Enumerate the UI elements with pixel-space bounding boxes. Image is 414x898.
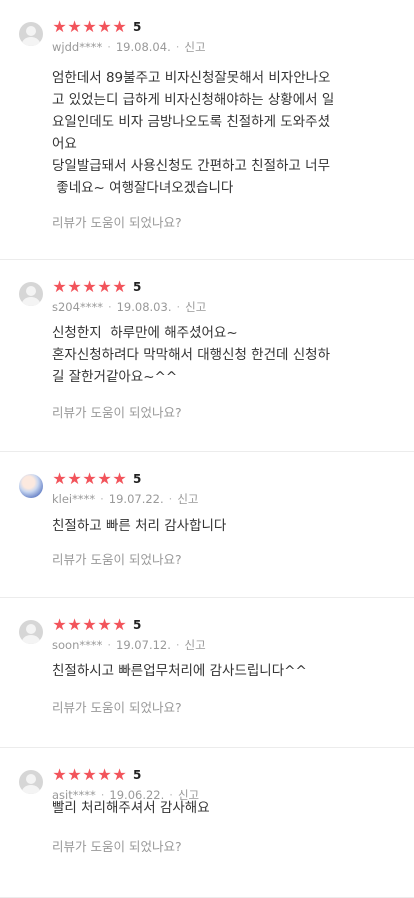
review-text-line: 어요 [52, 136, 77, 152]
review-text: 빨리 처리해주셔서 감사해요 [52, 797, 397, 819]
reviewer-id: wjdd**** [52, 40, 103, 54]
review-text-line: 친절하시고 빠른업무처리에 감사드립니다^^ [52, 663, 307, 679]
review-item: ★ ★ ★ ★ ★ 5 soon**** · 19.07.12. · 신고 친절하시고 빠른업무… [0, 598, 414, 748]
star-icon: ★ [67, 615, 82, 634]
reviewer-id: s204**** [52, 300, 103, 314]
star-icon: ★ [82, 17, 97, 36]
star-icon: ★ [97, 615, 112, 634]
review-list: ★ ★ ★ ★ ★ 5 wjdd**** · 19.08.04. · 신고 엄한데서 89불주고… [0, 0, 414, 898]
review-text-line: 요일인데도 비자 금방나오도록 친절하게 도와주셨 [52, 114, 330, 130]
review-text: 친절하고 빠른 처리 감사합니다 [52, 515, 397, 537]
review-date: 19.08.04. [115, 40, 171, 54]
star-icon: ★ [82, 469, 97, 488]
review-item: ★ ★ ★ ★ ★ 5 wjdd**** · 19.08.04. · 신고 엄한데서 89불주고… [0, 0, 414, 260]
star-icon: ★ [52, 765, 67, 784]
rating-score: 5 [133, 472, 142, 486]
review-text-line: 당일발급돼서 사용신청도 간편하고 친절하고 너무 [52, 158, 330, 174]
report-link[interactable]: 신고 [177, 492, 198, 506]
star-icon: ★ [82, 277, 97, 296]
review-meta: wjdd**** · 19.08.04. · 신고 [52, 40, 206, 54]
star-icon: ★ [67, 277, 82, 296]
rating-score: 5 [133, 618, 142, 632]
report-link[interactable]: 신고 [184, 40, 205, 54]
profile-photo-avatar [19, 474, 43, 498]
review-meta: soon**** · 19.07.12. · 신고 [52, 638, 206, 652]
star-icon: ★ [112, 615, 127, 634]
review-item: ★ ★ ★ ★ ★ 5 s204**** · 19.08.03. · 신고 신청한지 하루만에 … [0, 260, 414, 452]
review-text: 엄한데서 89불주고 비자신청잘못해서 비자안나오 고 있었는디 급하게 비자신… [52, 67, 397, 199]
review-meta: s204**** · 19.08.03. · 신고 [52, 300, 207, 314]
default-avatar-icon [19, 770, 43, 794]
review-text-line: 좋네요~ 여행잘다녀오겠습니다 [52, 180, 234, 196]
default-avatar-icon [19, 282, 43, 306]
review-text-line: 신청한지 하루만에 해주셨어요~ [52, 325, 238, 341]
default-avatar-icon [19, 620, 43, 644]
review-text-line: 친절하고 빠른 처리 감사합니다 [52, 518, 227, 534]
star-icon: ★ [97, 469, 112, 488]
star-icon: ★ [67, 17, 82, 36]
review-date: 19.07.22. [108, 492, 164, 506]
star-icon: ★ [112, 277, 127, 296]
reviewer-id: klei**** [52, 492, 96, 506]
star-icon: ★ [97, 277, 112, 296]
review-meta: klei**** · 19.07.22. · 신고 [52, 492, 199, 506]
review-text: 친절하시고 빠른업무처리에 감사드립니다^^ [52, 660, 397, 682]
review-text: 신청한지 하루만에 해주셨어요~ 혼자신청하려다 막막해서 대행신청 한건데 신… [52, 322, 397, 388]
report-link[interactable]: 신고 [185, 638, 206, 652]
review-date: 19.08.03. [116, 300, 172, 314]
review-text-line: 고 있었는디 급하게 비자신청해야하는 상황에서 일 [52, 92, 335, 108]
review-item: ★ ★ ★ ★ ★ 5 asit**** · 19.06.22. · 신고 빨리 처리해주셔서 … [0, 748, 414, 898]
star-icon: ★ [112, 765, 127, 784]
rating-score: 5 [133, 768, 142, 782]
star-icon: ★ [52, 17, 67, 36]
report-link[interactable]: 신고 [185, 300, 206, 314]
rating-score: 5 [133, 280, 142, 294]
star-icon: ★ [67, 469, 82, 488]
star-rating: ★ ★ ★ ★ ★ 5 [52, 767, 141, 783]
star-icon: ★ [52, 277, 67, 296]
star-rating: ★ ★ ★ ★ ★ 5 [52, 617, 141, 633]
review-item: ★ ★ ★ ★ ★ 5 klei**** · 19.07.22. · 신고 친절하고 빠른 처리… [0, 452, 414, 598]
star-icon: ★ [67, 765, 82, 784]
rating-score: 5 [133, 20, 142, 34]
helpful-button[interactable]: 리뷰가 도움이 되었나요? [52, 836, 182, 855]
review-date: 19.07.12. [116, 638, 171, 652]
star-icon: ★ [97, 17, 112, 36]
default-avatar-icon [19, 22, 43, 46]
helpful-button[interactable]: 리뷰가 도움이 되었나요? [52, 697, 182, 716]
helpful-button[interactable]: 리뷰가 도움이 되었나요? [52, 212, 182, 231]
star-icon: ★ [97, 765, 112, 784]
star-icon: ★ [52, 469, 67, 488]
star-icon: ★ [82, 615, 97, 634]
star-icon: ★ [112, 17, 127, 36]
helpful-button[interactable]: 리뷰가 도움이 되었나요? [52, 549, 182, 568]
star-rating: ★ ★ ★ ★ ★ 5 [52, 471, 141, 487]
helpful-button[interactable]: 리뷰가 도움이 되었나요? [52, 402, 182, 421]
star-icon: ★ [82, 765, 97, 784]
star-rating: ★ ★ ★ ★ ★ 5 [52, 19, 141, 35]
star-icon: ★ [112, 469, 127, 488]
review-text-line: 혼자신청하려다 막막해서 대행신청 한건데 신청하 [52, 347, 330, 363]
star-icon: ★ [52, 615, 67, 634]
reviewer-id: soon**** [52, 638, 103, 652]
review-text-line: 빨리 처리해주셔서 감사해요 [52, 800, 210, 816]
review-text-line: 길 잘한거같아요~^^ [52, 369, 178, 385]
review-text-line: 엄한데서 89불주고 비자신청잘못해서 비자안나오 [52, 70, 331, 86]
star-rating: ★ ★ ★ ★ ★ 5 [52, 279, 141, 295]
